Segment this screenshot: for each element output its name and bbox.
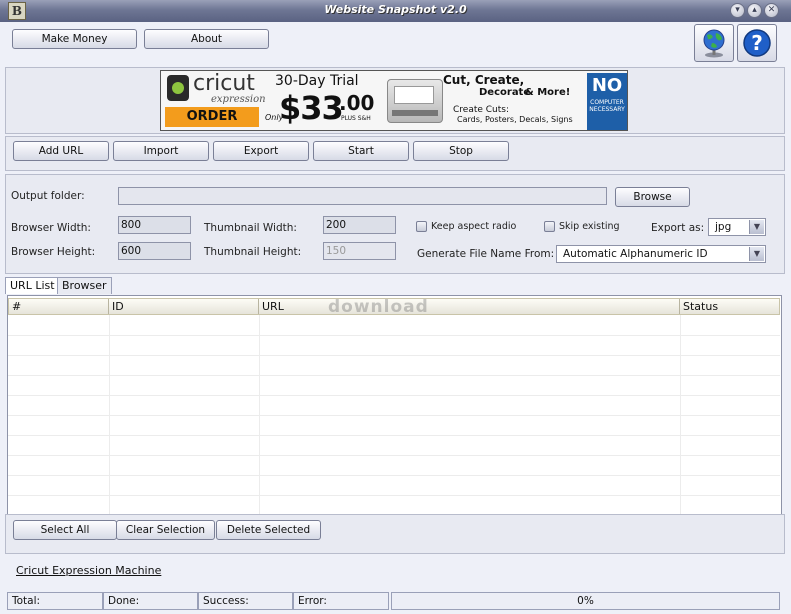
no-computer-badge: NO COMPUTER NECESSARY [587, 73, 627, 130]
output-folder-label: Output folder: [11, 190, 85, 202]
thumbnail-width-field[interactable]: 200 [323, 216, 396, 234]
thumbnail-height-field[interactable]: 150 [323, 242, 396, 260]
export-as-select[interactable]: jpg ▼ [708, 218, 766, 236]
svg-text:?: ? [751, 31, 763, 55]
banner-headline1: Cut, Create, [443, 73, 525, 87]
stop-button[interactable]: Stop [413, 141, 509, 161]
table-row[interactable] [8, 496, 780, 514]
table-row[interactable] [8, 356, 780, 376]
about-button[interactable]: About [144, 29, 269, 49]
chevron-down-icon: ▼ [749, 247, 764, 261]
table-row[interactable] [8, 396, 780, 416]
banner-price: $33 [279, 89, 344, 127]
browser-width-field[interactable]: 800 [118, 216, 191, 234]
table-row[interactable] [8, 376, 780, 396]
thumbnail-height-label: Thumbnail Height: [204, 246, 302, 258]
banner-trial: 30-Day Trial [275, 73, 359, 89]
generate-name-value: Automatic Alphanumeric ID [563, 248, 708, 260]
banner-price-cents: .00 [339, 91, 375, 115]
select-all-button[interactable]: Select All [13, 520, 117, 540]
no-text: NO [591, 75, 623, 96]
ad-link[interactable]: Cricut Expression Machine [16, 564, 161, 577]
status-error: Error: [293, 592, 389, 610]
banner-create-cuts: Create Cuts: [453, 105, 510, 115]
table-row[interactable] [8, 336, 780, 356]
delete-selected-button[interactable]: Delete Selected [216, 520, 321, 540]
skip-existing-checkbox[interactable] [544, 221, 555, 232]
watermark: download [328, 297, 429, 317]
machine-image [387, 79, 443, 123]
browser-height-field[interactable]: 600 [118, 242, 191, 260]
browser-width-label: Browser Width: [11, 222, 91, 234]
window-title: Website Snapshot v2.0 [324, 3, 467, 16]
add-url-button[interactable]: Add URL [13, 141, 109, 161]
ad-banner[interactable]: cricut expression ORDER NOW! 30-Day Tria… [160, 70, 628, 131]
export-button[interactable]: Export [213, 141, 309, 161]
progress-bar: 0% [391, 592, 780, 610]
make-money-button[interactable]: Make Money [12, 29, 137, 49]
minimize-button[interactable]: ▾ [730, 3, 745, 18]
globe-icon [703, 29, 725, 58]
column-header-status[interactable]: Status [680, 299, 780, 314]
title-bar: B Website Snapshot v2.0 ▾ ▴ ✕ [0, 0, 791, 22]
status-total: Total: [7, 592, 103, 610]
table-row[interactable] [8, 436, 780, 456]
order-now-badge: ORDER NOW! [165, 107, 259, 130]
column-header-number[interactable]: # [9, 299, 109, 314]
banner-headline2: Decorate [479, 87, 531, 98]
thumbnail-width-label: Thumbnail Width: [204, 222, 297, 234]
banner-headline3: & More! [525, 87, 571, 98]
keep-aspect-checkbox[interactable] [416, 221, 427, 232]
browse-button[interactable]: Browse [615, 187, 690, 207]
tab-browser[interactable]: Browser [57, 277, 112, 294]
status-done: Done: [103, 592, 198, 610]
tab-url-list[interactable]: URL List [5, 277, 60, 294]
column-header-url[interactable]: URL [259, 299, 680, 314]
help-button[interactable]: ? [737, 24, 777, 62]
browser-height-label: Browser Height: [11, 246, 96, 258]
help-icon: ? [743, 29, 771, 57]
url-table[interactable]: # ID URL Status download [7, 295, 782, 515]
globe-button[interactable] [694, 24, 734, 62]
clear-selection-button[interactable]: Clear Selection [116, 520, 215, 540]
no-sub-text: COMPUTER NECESSARY [589, 99, 625, 113]
status-success: Success: [198, 592, 293, 610]
close-button[interactable]: ✕ [764, 3, 779, 18]
banner-plus-sh: PLUS S&H [341, 115, 371, 122]
banner-brand: cricut [193, 71, 255, 96]
chevron-down-icon: ▼ [749, 220, 764, 234]
table-row[interactable] [8, 416, 780, 436]
table-row[interactable] [8, 316, 780, 336]
start-button[interactable]: Start [313, 141, 409, 161]
generate-name-select[interactable]: Automatic Alphanumeric ID ▼ [556, 245, 766, 263]
output-folder-field[interactable] [118, 187, 607, 205]
table-row[interactable] [8, 456, 780, 476]
banner-create-list: Cards, Posters, Decals, Signs [457, 115, 573, 124]
generate-name-label: Generate File Name From: [417, 248, 555, 260]
column-header-id[interactable]: ID [109, 299, 259, 314]
import-button[interactable]: Import [113, 141, 209, 161]
keep-aspect-label: Keep aspect radio [431, 221, 517, 232]
banner-brand-sub: expression [211, 94, 266, 105]
skip-existing-label: Skip existing [559, 221, 620, 232]
export-as-value: jpg [715, 221, 732, 233]
maximize-button[interactable]: ▴ [747, 3, 762, 18]
export-as-label: Export as: [651, 222, 705, 234]
cricut-logo-icon [167, 75, 189, 101]
table-row[interactable] [8, 476, 780, 496]
